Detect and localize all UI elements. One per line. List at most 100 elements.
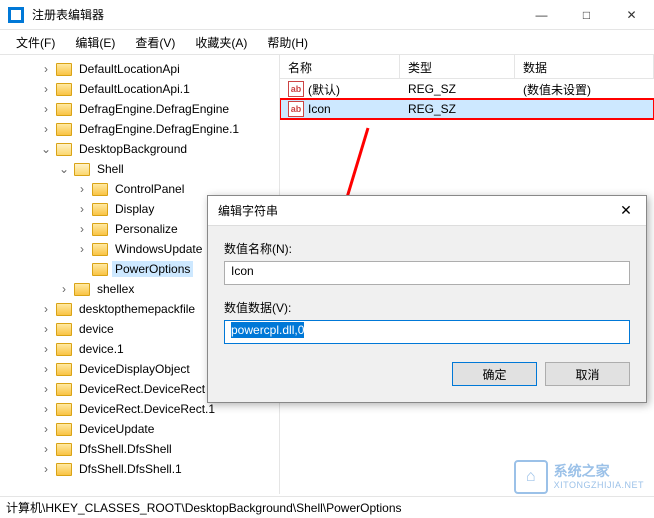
chevron-down-icon[interactable]: ⌄ [40,142,52,156]
tree-node-label: PowerOptions [112,261,193,277]
menu-edit[interactable]: 编辑(E) [67,32,123,53]
col-header-data[interactable]: 数据 [515,55,654,78]
chevron-right-icon[interactable]: › [76,222,88,236]
tree-node[interactable]: ⌄ Shell [0,159,279,179]
tree-node[interactable]: › DefaultLocationApi.1 [0,79,279,99]
tree-node-label: DesktopBackground [76,141,190,157]
name-label: 数值名称(N): [224,240,630,257]
dialog-title-text: 编辑字符串 [218,202,606,219]
data-label: 数值数据(V): [224,299,630,316]
col-header-type[interactable]: 类型 [400,55,515,78]
tree-node-label: DefragEngine.DefragEngine.1 [76,121,242,137]
col-header-name[interactable]: 名称 [280,55,400,78]
tree-node-label: DfsShell.DfsShell.1 [76,461,185,477]
watermark: ⌂ 系统之家 XITONGZHIJIA.NET [514,460,644,494]
maximize-button[interactable]: □ [564,0,609,30]
tree-node[interactable]: ⌄ DesktopBackground [0,139,279,159]
folder-icon [56,63,72,76]
reg-string-icon [288,81,304,97]
folder-icon [56,363,72,376]
tree-node-label: DefaultLocationApi.1 [76,81,193,97]
chevron-right-icon[interactable]: › [40,62,52,76]
folder-icon [56,303,72,316]
tree-node-label: Personalize [112,221,181,237]
tree-node[interactable]: › DfsShell.DfsShell.1 [0,459,279,479]
chevron-right-icon[interactable]: › [40,322,52,336]
window-controls: — □ ✕ [519,0,654,30]
chevron-down-icon[interactable]: ⌄ [58,162,70,176]
ok-button[interactable]: 确定 [452,362,537,386]
folder-icon [74,283,90,296]
tree-node-label: Display [112,201,157,217]
folder-icon [92,263,108,276]
folder-icon [56,143,72,156]
chevron-right-icon[interactable]: › [76,202,88,216]
folder-icon [56,83,72,96]
chevron-right-icon[interactable]: › [76,182,88,196]
chevron-right-icon[interactable]: › [40,362,52,376]
chevron-right-icon[interactable]: › [40,122,52,136]
tree-node-label: device [76,321,117,337]
cancel-button[interactable]: 取消 [545,362,630,386]
tree-node-label: WindowsUpdate [112,241,205,257]
menu-help[interactable]: 帮助(H) [259,32,316,53]
tree-node-label: Shell [94,161,127,177]
folder-icon [56,103,72,116]
folder-icon [56,403,72,416]
tree-node[interactable]: › DefaultLocationApi [0,59,279,79]
folder-icon [92,223,108,236]
chevron-right-icon[interactable]: › [40,442,52,456]
dialog-buttons: 确定 取消 [224,362,630,386]
chevron-right-icon[interactable]: › [40,402,52,416]
folder-icon [56,423,72,436]
tree-node-label: DeviceRect.DeviceRect [76,381,208,397]
chevron-right-icon[interactable]: › [40,462,52,476]
chevron-right-icon[interactable]: › [40,422,52,436]
dialog-close-button[interactable]: ✕ [606,202,646,219]
list-row[interactable]: IconREG_SZ [280,99,654,119]
watermark-icon: ⌂ [514,460,548,494]
pathbar: 计算机\HKEY_CLASSES_ROOT\DesktopBackground\… [0,496,654,518]
menu-file[interactable]: 文件(F) [8,32,63,53]
menu-favorites[interactable]: 收藏夹(A) [187,32,255,53]
chevron-right-icon[interactable]: › [40,82,52,96]
list-header: 名称 类型 数据 [280,55,654,79]
edit-string-dialog: 编辑字符串 ✕ 数值名称(N): Icon 数值数据(V): powercpl.… [207,195,647,403]
watermark-en: XITONGZHIJIA.NET [554,480,644,491]
name-field[interactable]: Icon [224,261,630,285]
tree-node[interactable]: › DfsShell.DfsShell [0,439,279,459]
tree-node[interactable]: ›DeviceUpdate [0,419,279,439]
chevron-right-icon[interactable]: › [58,282,70,296]
tree-node[interactable]: › DefragEngine.DefragEngine [0,99,279,119]
tree-node-label: DfsShell.DfsShell [76,441,175,457]
folder-icon [92,243,108,256]
chevron-right-icon[interactable]: › [40,302,52,316]
folder-icon [56,123,72,136]
close-button[interactable]: ✕ [609,0,654,30]
tree-node[interactable]: › DefragEngine.DefragEngine.1 [0,119,279,139]
app-icon [8,7,24,23]
tree-node-label: device.1 [76,341,127,357]
window-title: 注册表编辑器 [32,6,519,23]
chevron-right-icon[interactable]: › [40,382,52,396]
dialog-titlebar: 编辑字符串 ✕ [208,196,646,226]
folder-icon [56,463,72,476]
tree-node-label: desktopthemepackfile [76,301,198,317]
tree-node-label: DefaultLocationApi [76,61,183,77]
chevron-right-icon[interactable]: › [76,242,88,256]
chevron-right-icon[interactable]: › [40,102,52,116]
menu-view[interactable]: 查看(V) [127,32,183,53]
reg-string-icon [288,101,304,117]
cell-name: (默认) [308,81,340,98]
folder-icon [92,203,108,216]
data-field[interactable]: powercpl.dll,0 [224,320,630,344]
minimize-button[interactable]: — [519,0,564,30]
tree-node-label: DefragEngine.DefragEngine [76,101,232,117]
chevron-right-icon[interactable]: › [40,342,52,356]
cell-type: REG_SZ [400,102,515,116]
titlebar: 注册表编辑器 — □ ✕ [0,0,654,30]
tree-node-label: ControlPanel [112,181,187,197]
list-row[interactable]: (默认)REG_SZ(数值未设置) [280,79,654,99]
watermark-cn: 系统之家 [554,463,644,480]
folder-icon [56,343,72,356]
